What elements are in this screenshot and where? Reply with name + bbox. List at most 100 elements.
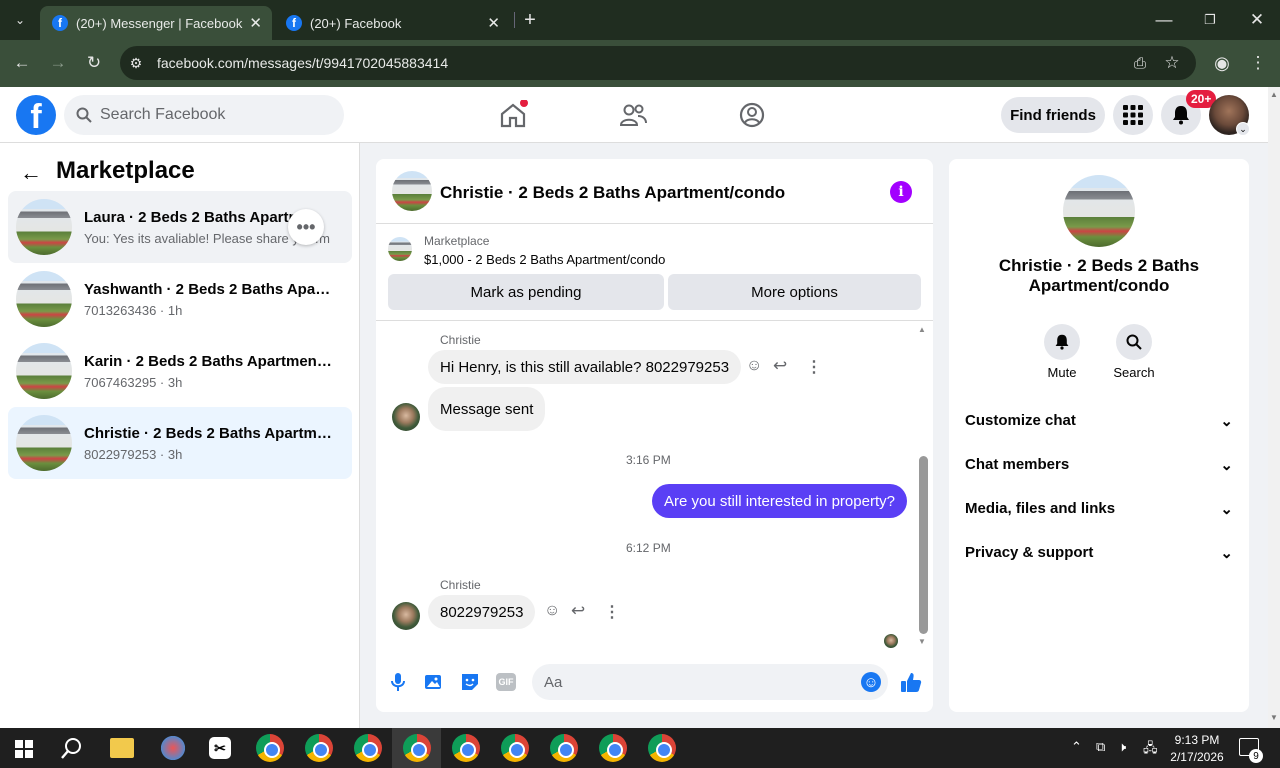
install-app-icon[interactable]: ⎙ <box>1126 49 1154 77</box>
site-info-icon[interactable]: ⚙ <box>122 49 150 77</box>
capcut-icon[interactable]: ✂ <box>209 737 231 759</box>
facebook-logo[interactable]: f <box>16 95 56 135</box>
chrome-profile-icon[interactable] <box>550 734 578 762</box>
chevron-down-icon: ⌄ <box>1220 457 1233 474</box>
mark-as-pending-button[interactable]: Mark as pending <box>388 274 664 310</box>
chrome-profile-icon[interactable] <box>648 734 676 762</box>
facebook-search-input[interactable]: Search Facebook <box>64 95 344 135</box>
outgoing-message-bubble[interactable]: Are you still interested in property? <box>652 484 907 518</box>
microphone-icon[interactable] <box>390 672 406 692</box>
groups-icon[interactable] <box>737 100 767 130</box>
tab-search-icon[interactable]: ⌄ <box>6 6 34 34</box>
volume-icon[interactable]: 🕨 <box>1118 739 1126 755</box>
account-chevron-icon[interactable]: ⌄ <box>1236 122 1250 136</box>
thumbs-up-icon[interactable] <box>900 671 922 693</box>
scroll-up-icon[interactable]: ▲ <box>1268 90 1280 99</box>
christie-avatar[interactable] <box>392 602 420 630</box>
tab-messenger[interactable]: f (20+) Messenger | Facebook ✕ <box>40 6 272 40</box>
gif-button[interactable]: GIF <box>496 673 516 691</box>
menu-grid-button[interactable] <box>1113 95 1153 135</box>
browser-menu-icon[interactable]: ⋮ <box>1244 49 1272 77</box>
chat-scroll-up-icon[interactable]: ▲ <box>918 325 926 334</box>
section-label: Chat members <box>965 456 1070 473</box>
tab-divider <box>514 12 515 28</box>
chrome-profile-icon[interactable] <box>501 734 529 762</box>
listing-thumbnail <box>16 343 72 399</box>
chrome-icon[interactable] <box>256 734 284 762</box>
sticker-icon[interactable] <box>460 672 480 692</box>
photo-icon[interactable] <box>424 672 444 692</box>
facebook-logo-letter: f <box>30 98 42 135</box>
tab-title: (20+) Facebook <box>310 15 402 31</box>
tray-device-icon[interactable]: ⧉ <box>1096 739 1105 755</box>
profile-icon[interactable]: ◉ <box>1208 49 1236 77</box>
network-icon[interactable]: 🖧 <box>1143 739 1158 761</box>
conversation-options-button[interactable]: ••• <box>288 209 324 245</box>
divider <box>376 320 933 321</box>
find-friends-button[interactable]: Find friends <box>1001 97 1105 133</box>
reply-icon[interactable]: ↩ <box>773 356 787 376</box>
privacy-support-row[interactable]: Privacy & support ⌄ <box>965 544 1233 562</box>
more-options-button[interactable]: More options <box>668 274 921 310</box>
window-close-icon[interactable]: ✕ <box>1243 6 1271 34</box>
taskbar-search-icon[interactable] <box>61 737 83 759</box>
conversation-christie[interactable]: Christie · 2 Beds 2 Baths Apartmen... 802… <box>8 407 352 479</box>
message-more-icon[interactable]: ⋮ <box>806 357 822 377</box>
chat-scroll-down-icon[interactable]: ▼ <box>918 637 926 646</box>
mute-button[interactable] <box>1044 324 1080 360</box>
conversation-karin[interactable]: Karin · 2 Beds 2 Baths Apartment/... 7067… <box>8 335 352 407</box>
chrome-profile-icon[interactable] <box>305 734 333 762</box>
back-arrow-icon[interactable]: ← <box>20 160 42 186</box>
chat-scroll-thumb[interactable] <box>919 456 928 634</box>
message-input[interactable]: Aa <box>532 664 888 700</box>
file-explorer-icon[interactable] <box>110 738 134 758</box>
close-tab-icon[interactable]: ✕ <box>249 14 262 32</box>
friends-icon[interactable] <box>618 100 648 130</box>
windows-start-icon[interactable] <box>15 740 33 758</box>
react-smile-icon[interactable]: ☺ <box>746 357 762 375</box>
reload-icon[interactable]: ↻ <box>80 49 108 77</box>
chevron-down-icon: ⌄ <box>1220 413 1233 430</box>
conversation-preview: 8022979253 · 3h <box>84 446 183 462</box>
tray-chevron-icon[interactable]: ⌃ <box>1071 739 1082 755</box>
new-tab-button[interactable]: + <box>516 6 544 34</box>
chat-info-avatar[interactable] <box>1063 175 1135 247</box>
minimize-icon[interactable]: — <box>1150 6 1178 34</box>
christie-avatar[interactable] <box>392 403 420 431</box>
conversation-yashwanth[interactable]: Yashwanth · 2 Beds 2 Baths Apart... 70132… <box>8 263 352 335</box>
chat-members-row[interactable]: Chat members ⌄ <box>965 456 1233 474</box>
chrome-profile-icon[interactable] <box>599 734 627 762</box>
restore-icon[interactable]: ❐ <box>1196 6 1224 34</box>
search-in-chat-button[interactable] <box>1116 324 1152 360</box>
message-more-icon[interactable]: ⋮ <box>604 602 620 622</box>
app-icon[interactable] <box>159 734 187 762</box>
chat-listing-avatar[interactable] <box>392 171 432 211</box>
reply-icon[interactable]: ↩ <box>571 601 585 621</box>
tab-facebook[interactable]: f (20+) Facebook ✕ <box>278 6 510 40</box>
forward-icon[interactable]: → <box>44 49 72 77</box>
windows-taskbar <box>0 728 1280 768</box>
message-bubble[interactable]: Hi Henry, is this still available? 80229… <box>428 350 742 384</box>
chat-title[interactable]: Christie · 2 Beds 2 Baths Apartment/cond… <box>440 183 785 203</box>
scroll-down-icon[interactable]: ▼ <box>1268 713 1280 722</box>
chrome-profile-icon[interactable] <box>354 734 382 762</box>
chrome-profile-icon[interactable] <box>403 734 431 762</box>
message-bubble[interactable]: 8022979253 <box>428 595 536 629</box>
listing-thumbnail <box>16 199 72 255</box>
sender-name: Christie <box>440 333 481 347</box>
bookmark-star-icon[interactable]: ☆ <box>1158 49 1186 77</box>
home-icon[interactable] <box>498 100 528 130</box>
url-text[interactable]: facebook.com/messages/t/9941702045883414 <box>157 55 448 71</box>
chrome-profile-icon[interactable] <box>452 734 480 762</box>
back-icon[interactable]: ← <box>8 49 36 77</box>
taskbar-clock[interactable]: 9:13 PM 2/17/2026 <box>1168 732 1226 766</box>
media-files-links-row[interactable]: Media, files and links ⌄ <box>965 500 1233 518</box>
close-tab-icon[interactable]: ✕ <box>487 14 500 32</box>
info-icon[interactable]: i <box>890 181 912 203</box>
customize-chat-row[interactable]: Customize chat ⌄ <box>965 412 1233 430</box>
page-scrollbar[interactable] <box>1268 87 1280 728</box>
listing-description[interactable]: $1,000 - 2 Beds 2 Baths Apartment/condo <box>424 252 665 267</box>
react-smile-icon[interactable]: ☺ <box>544 602 560 620</box>
message-bubble[interactable]: Message sent <box>428 387 546 431</box>
emoji-icon[interactable]: ☺ <box>861 672 881 692</box>
